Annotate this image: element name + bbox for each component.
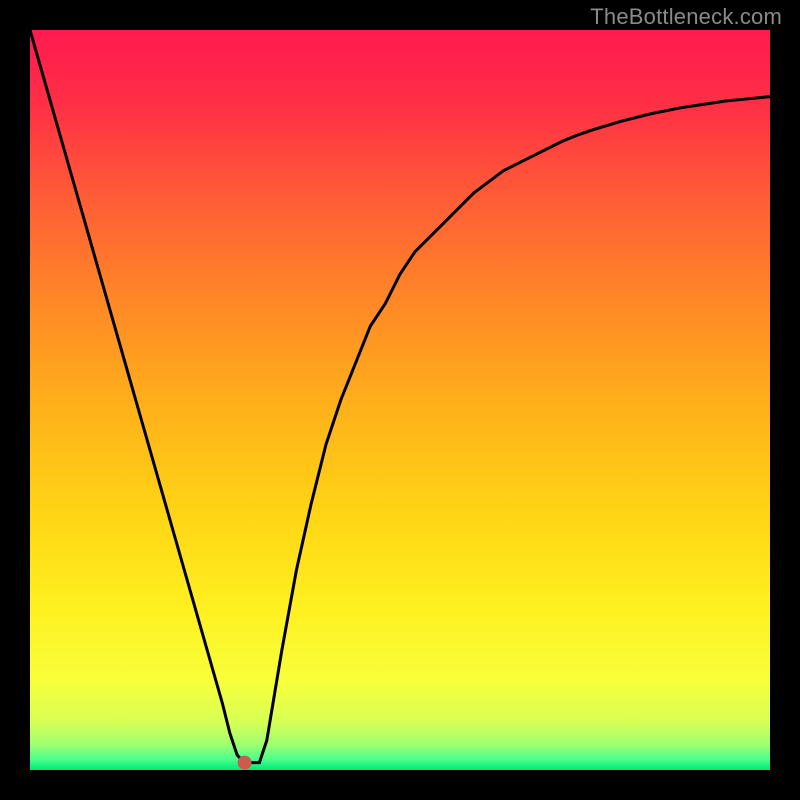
gradient-background [30, 30, 770, 770]
figure-container: TheBottleneck.com [0, 0, 800, 800]
plot-area [30, 30, 770, 770]
bottleneck-chart [30, 30, 770, 770]
optimum-marker [238, 756, 252, 770]
attribution-text: TheBottleneck.com [590, 4, 782, 30]
